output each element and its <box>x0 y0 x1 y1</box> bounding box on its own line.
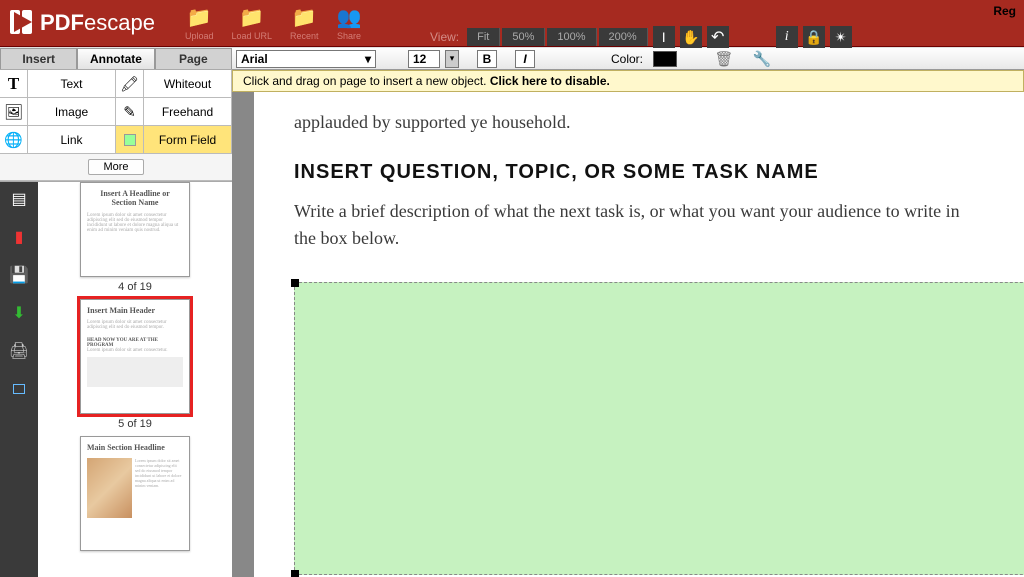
form-field-selection[interactable]: ➤ <box>294 282 1024 575</box>
document-viewport[interactable]: applauded by supported ye household. INS… <box>232 92 1024 577</box>
disable-link[interactable]: Click here to disable. <box>490 74 610 88</box>
document-page[interactable]: applauded by supported ye household. INS… <box>254 92 1024 577</box>
share-button[interactable]: 👥 Share <box>337 5 362 41</box>
tool-tabs: Insert Annotate Page <box>0 48 232 70</box>
thumbnail-label: 5 of 19 <box>80 418 190 430</box>
image-icon: 🖼 <box>0 98 28 125</box>
resize-handle-bl[interactable] <box>291 570 299 577</box>
undo-icon: ↶ <box>711 27 724 47</box>
download-button[interactable]: ⬇ <box>8 302 30 324</box>
zoom-200[interactable]: 200% <box>599 28 648 46</box>
people-icon: 👥 <box>337 5 362 30</box>
save-icon: 💾 <box>9 265 29 285</box>
tool-freehand[interactable]: ✎Freehand <box>116 98 232 126</box>
left-panel: Insert Annotate Page TText 🖍Whiteout 🖼Im… <box>0 48 232 577</box>
font-family-select[interactable]: Arial▾ <box>236 50 376 68</box>
trash-icon: 🗑 <box>714 51 733 68</box>
italic-button[interactable]: I <box>515 50 535 68</box>
thumbnail-list[interactable]: Insert A Headline or Section NameLorem i… <box>38 182 232 577</box>
tool-image[interactable]: 🖼Image <box>0 98 116 126</box>
logo: PDFescape <box>8 8 155 39</box>
print-button[interactable]: 🖨 <box>8 340 30 362</box>
thumbnail-6[interactable]: Main Section HeadlineLorem ipsum dolor s… <box>80 436 190 551</box>
window-icon <box>13 384 25 394</box>
pencil-icon: ✎ <box>116 98 144 125</box>
folder-plus-icon: 📁 <box>187 5 212 30</box>
color-label: Color: <box>611 52 643 66</box>
recent-button[interactable]: 📁 Recent <box>290 5 319 41</box>
thumbnail-label: 4 of 19 <box>80 281 190 293</box>
tab-insert[interactable]: Insert <box>0 48 77 69</box>
hand-icon: ✋ <box>682 29 699 46</box>
pages-icon: ▤ <box>11 189 26 209</box>
view-toolbar: View: Fit 50% 100% 200% I ✋ ↶ i 🔒 ✴ <box>430 26 852 48</box>
tab-page[interactable]: Page <box>155 48 232 69</box>
text-cursor-tool[interactable]: I <box>653 26 675 48</box>
tab-annotate[interactable]: Annotate <box>77 48 154 69</box>
form-field-icon <box>116 126 144 153</box>
zoom-100[interactable]: 100% <box>547 28 596 46</box>
delete-button[interactable]: 🗑 <box>713 50 735 68</box>
editor-column: Arial▾ 12 ▾ B I Color: 🗑 🔧 Click and dra… <box>232 48 1024 577</box>
tool-whiteout[interactable]: 🖍Whiteout <box>116 70 232 98</box>
doc-leading-text: applauded by supported ye household. <box>294 112 964 133</box>
bold-button[interactable]: B <box>477 50 497 68</box>
header-actions: 📁 Upload 📁 Load URL 📁 Recent 👥 Share <box>185 5 362 41</box>
tool-link[interactable]: 🌐Link <box>0 126 116 154</box>
window-button[interactable] <box>8 378 30 400</box>
color-picker[interactable] <box>653 51 677 67</box>
folder-clock-icon: 📁 <box>292 5 317 30</box>
hand-tool[interactable]: ✋ <box>680 26 702 48</box>
wrench-icon: 🔧 <box>753 51 772 68</box>
app-header: PDFescape 📁 Upload 📁 Load URL 📁 Recent 👥… <box>0 0 1024 47</box>
doc-description: Write a brief description of what the ne… <box>294 198 964 252</box>
thumbnail-4[interactable]: Insert A Headline or Section NameLorem i… <box>80 182 190 293</box>
lock-icon: 🔒 <box>805 29 822 46</box>
logo-text: PDFescape <box>40 10 155 36</box>
thumbnail-5[interactable]: Insert Main HeaderLorem ipsum dolor sit … <box>80 299 190 430</box>
chevron-down-icon[interactable]: ▾ <box>445 50 459 68</box>
upload-button[interactable]: 📁 Upload <box>185 5 214 41</box>
tool-grid: TText 🖍Whiteout 🖼Image ✎Freehand 🌐Link F… <box>0 70 232 182</box>
whiteout-icon: 🖍 <box>116 70 144 97</box>
bookmarks-panel-button[interactable]: ▮ <box>8 226 30 248</box>
folder-globe-icon: 📁 <box>239 5 264 30</box>
resize-handle-tl[interactable] <box>291 279 299 287</box>
text-cursor-icon: I <box>662 29 666 45</box>
save-button[interactable]: 💾 <box>8 264 30 286</box>
register-link[interactable]: Reg <box>993 4 1016 18</box>
more-row: More <box>0 154 232 181</box>
load-url-button[interactable]: 📁 Load URL <box>231 5 272 41</box>
pdf-escape-icon <box>8 8 36 39</box>
properties-button[interactable]: 🔧 <box>751 50 773 68</box>
info-button[interactable]: i <box>776 26 798 48</box>
info-icon: i <box>785 29 789 45</box>
doc-heading: INSERT QUESTION, TOPIC, OR SOME TASK NAM… <box>294 161 964 184</box>
undo-button[interactable]: ↶ <box>707 26 729 48</box>
bookmark-icon: ▮ <box>15 227 24 247</box>
font-size-select[interactable]: 12 <box>408 50 440 68</box>
lock-button[interactable]: 🔒 <box>803 26 825 48</box>
more-button[interactable]: More <box>88 159 143 175</box>
gear-icon: ✴ <box>835 29 847 46</box>
view-label: View: <box>430 30 459 44</box>
print-icon: 🖨 <box>9 341 29 361</box>
pages-panel-button[interactable]: ▤ <box>8 188 30 210</box>
settings-button[interactable]: ✴ <box>830 26 852 48</box>
side-toolbar: ▤ ▮ 💾 ⬇ 🖨 <box>0 182 38 577</box>
text-icon: T <box>0 70 28 97</box>
download-icon: ⬇ <box>12 303 25 323</box>
format-bar: Arial▾ 12 ▾ B I Color: 🗑 🔧 <box>232 48 1024 70</box>
tool-form-field[interactable]: Form Field <box>116 126 232 154</box>
info-bar: Click and drag on page to insert a new o… <box>232 70 1024 92</box>
chevron-down-icon: ▾ <box>365 52 371 66</box>
zoom-fit[interactable]: Fit <box>467 28 500 46</box>
link-icon: 🌐 <box>0 126 28 153</box>
zoom-50[interactable]: 50% <box>502 28 545 46</box>
tool-text[interactable]: TText <box>0 70 116 98</box>
